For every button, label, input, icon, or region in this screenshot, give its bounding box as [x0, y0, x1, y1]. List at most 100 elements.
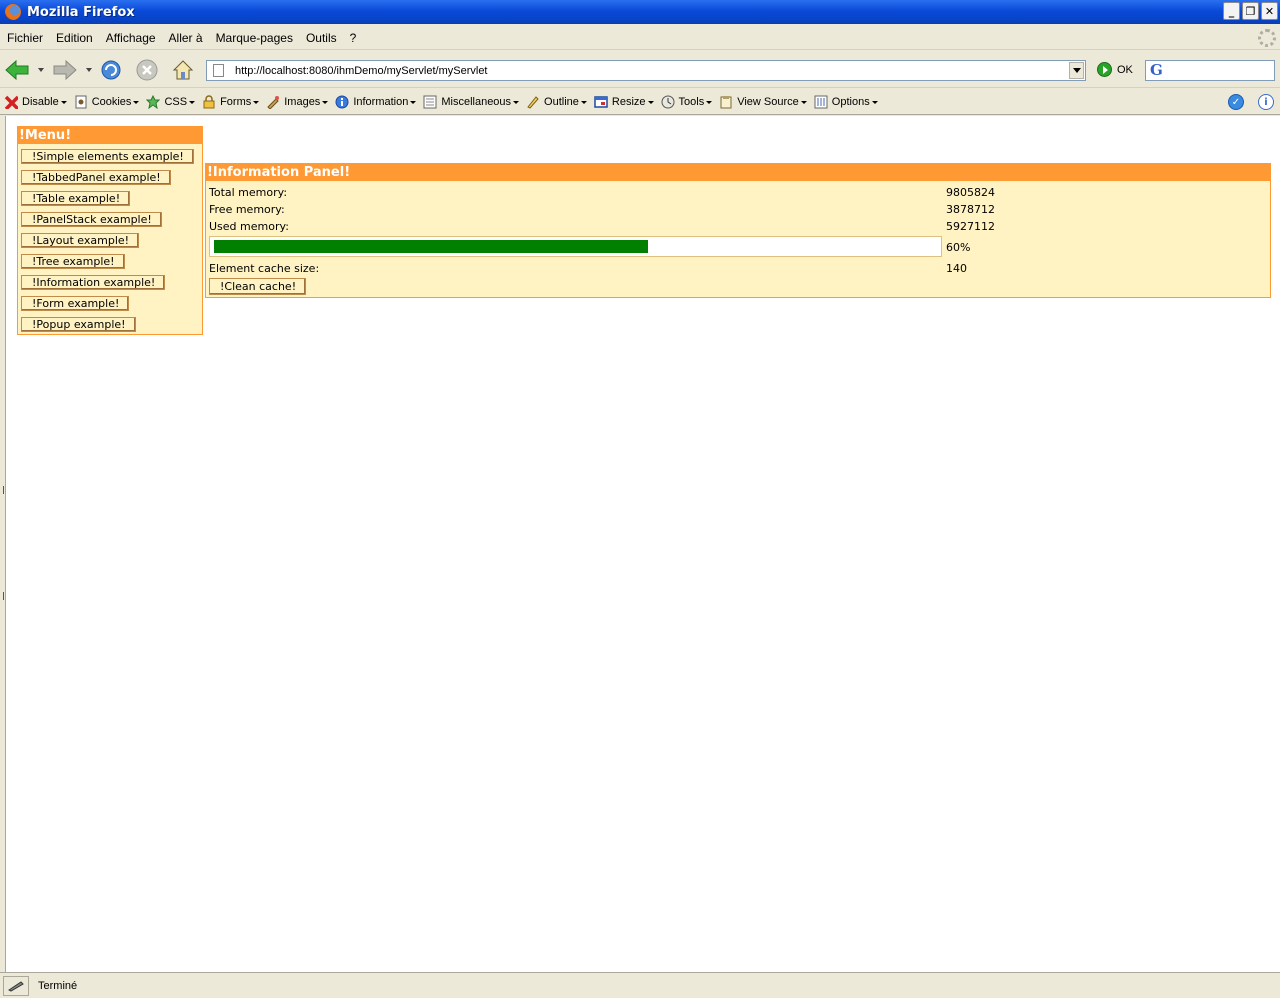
stop-button[interactable]	[134, 57, 160, 83]
devbar-resize[interactable]: Resize	[594, 95, 654, 109]
free-memory-value: 3878712	[946, 203, 995, 216]
devbar-css-label: CSS	[164, 96, 188, 108]
devbar-status-icons: ✓ i	[1228, 94, 1274, 110]
total-memory-value: 9805824	[946, 186, 995, 199]
total-memory-label: Total memory:	[209, 186, 288, 199]
menu-marque-pages[interactable]: Marque-pages	[210, 31, 299, 45]
status-bar: Terminé	[0, 972, 1280, 998]
memory-progress-percent: 60%	[946, 241, 971, 254]
caret-down-icon	[580, 100, 587, 104]
home-icon	[172, 60, 194, 80]
caret-down-icon	[410, 100, 417, 104]
menu-aller[interactable]: Aller à	[163, 31, 209, 45]
search-engine-icon[interactable]: G	[1150, 63, 1163, 78]
menu-help[interactable]: ?	[344, 31, 363, 45]
devbar-outline[interactable]: Outline	[526, 95, 587, 109]
caret-down-icon	[189, 100, 196, 104]
devbar-cookies[interactable]: Cookies	[74, 95, 140, 109]
pen-icon	[8, 980, 24, 992]
element-cache-size-value: 140	[946, 262, 967, 275]
tabbedpanel-example-button[interactable]: !TabbedPanel example!	[21, 170, 171, 185]
reload-icon	[101, 60, 121, 80]
information-example-button[interactable]: !Information example!	[21, 275, 166, 290]
caret-down-icon	[513, 100, 520, 104]
search-box[interactable]: G	[1145, 60, 1275, 81]
caret-down-icon	[322, 100, 329, 104]
url-bar[interactable]	[206, 60, 1086, 81]
element-cache-size-label: Element cache size:	[209, 262, 320, 275]
devbar-images[interactable]: Images	[266, 95, 329, 109]
devbar-forms-label: Forms	[220, 96, 252, 108]
popup-example-button[interactable]: !Popup example!	[21, 317, 136, 332]
splitter-grip-icon	[1, 592, 4, 600]
status-text: Terminé	[38, 979, 78, 992]
free-memory-label: Free memory:	[209, 203, 285, 216]
information-panel: !Information Panel! Total memory: 980582…	[205, 163, 1271, 298]
devbar-cookies-label: Cookies	[91, 96, 132, 108]
devbar-tools-label: Tools	[678, 96, 705, 108]
devbar-forms[interactable]: Forms	[202, 95, 260, 109]
forms-icon	[203, 95, 215, 109]
layout-example-button[interactable]: !Layout example!	[21, 233, 140, 248]
panelstack-example-button[interactable]: !PanelStack example!	[21, 212, 162, 227]
used-memory-label: Used memory:	[209, 220, 289, 233]
form-example-button[interactable]: !Form example!	[21, 296, 130, 311]
forward-history-dropdown-icon[interactable]	[86, 68, 92, 72]
devbar-disable-label: Disable	[22, 96, 59, 108]
menu-outils[interactable]: Outils	[300, 31, 343, 45]
splitter-grip-icon	[1, 486, 4, 494]
back-history-dropdown-icon[interactable]	[38, 68, 44, 72]
devbar-options[interactable]: Options	[814, 95, 878, 109]
chevron-down-icon	[1072, 68, 1081, 73]
devbar-tools[interactable]: Tools	[661, 95, 713, 109]
devbar-miscellaneous-label: Miscellaneous	[441, 96, 512, 108]
simple-elements-example-button[interactable]: !Simple elements example!	[21, 149, 194, 164]
search-input[interactable]	[1168, 64, 1269, 77]
close-button[interactable]: ✕	[1261, 2, 1278, 20]
devbar-resize-label: Resize	[611, 96, 646, 108]
forward-button[interactable]	[52, 57, 78, 83]
reload-button[interactable]	[98, 57, 124, 83]
table-example-button[interactable]: !Table example!	[21, 191, 131, 206]
tree-example-button[interactable]: !Tree example!	[21, 254, 125, 269]
url-input[interactable]	[235, 64, 1065, 77]
web-developer-toolbar: Disable Cookies CSS Forms Images Informa…	[0, 90, 1280, 115]
devbar-view-source-label: View Source	[737, 96, 799, 108]
maximize-button[interactable]: ❐	[1242, 2, 1259, 20]
options-icon	[814, 95, 828, 109]
memory-progress-fill	[214, 240, 648, 253]
go-button[interactable]: OK	[1097, 62, 1133, 77]
images-icon	[267, 96, 280, 109]
menu-edition[interactable]: Edition	[50, 31, 99, 45]
minimize-button[interactable]: _	[1223, 2, 1240, 20]
menu-fichier[interactable]: Fichier	[1, 31, 49, 45]
url-history-dropdown[interactable]	[1069, 62, 1084, 79]
tools-icon	[661, 95, 675, 109]
clean-cache-button[interactable]: !Clean cache!	[209, 278, 307, 295]
stop-icon	[136, 59, 158, 81]
menu-affichage[interactable]: Affichage	[100, 31, 162, 45]
caret-down-icon	[253, 100, 260, 104]
information-panel-title: !Information Panel!	[206, 164, 1270, 181]
info-status-icon[interactable]: i	[1258, 94, 1274, 110]
validation-check-icon[interactable]: ✓	[1228, 94, 1244, 110]
devbar-images-label: Images	[284, 96, 321, 108]
devbar-miscellaneous[interactable]: Miscellaneous	[423, 95, 520, 109]
devbar-information-label: Information	[353, 96, 409, 108]
css-icon	[146, 95, 161, 109]
devbar-information[interactable]: Information	[335, 95, 417, 109]
view-source-icon	[720, 96, 732, 109]
devbar-options-label: Options	[831, 96, 870, 108]
devbar-disable[interactable]: Disable	[4, 95, 67, 109]
caret-down-icon	[800, 100, 807, 104]
menu-bar: Fichier Edition Affichage Aller à Marque…	[0, 26, 1280, 50]
information-icon	[335, 95, 349, 109]
caret-down-icon	[706, 100, 713, 104]
go-label: OK	[1117, 63, 1133, 76]
devbar-css[interactable]: CSS	[146, 95, 196, 109]
devbar-view-source[interactable]: View Source	[719, 95, 807, 109]
menu-panel: !Menu! !Simple elements example! !Tabbed…	[17, 126, 203, 335]
caret-down-icon	[133, 100, 140, 104]
home-button[interactable]	[170, 57, 196, 83]
back-button[interactable]	[4, 57, 30, 83]
